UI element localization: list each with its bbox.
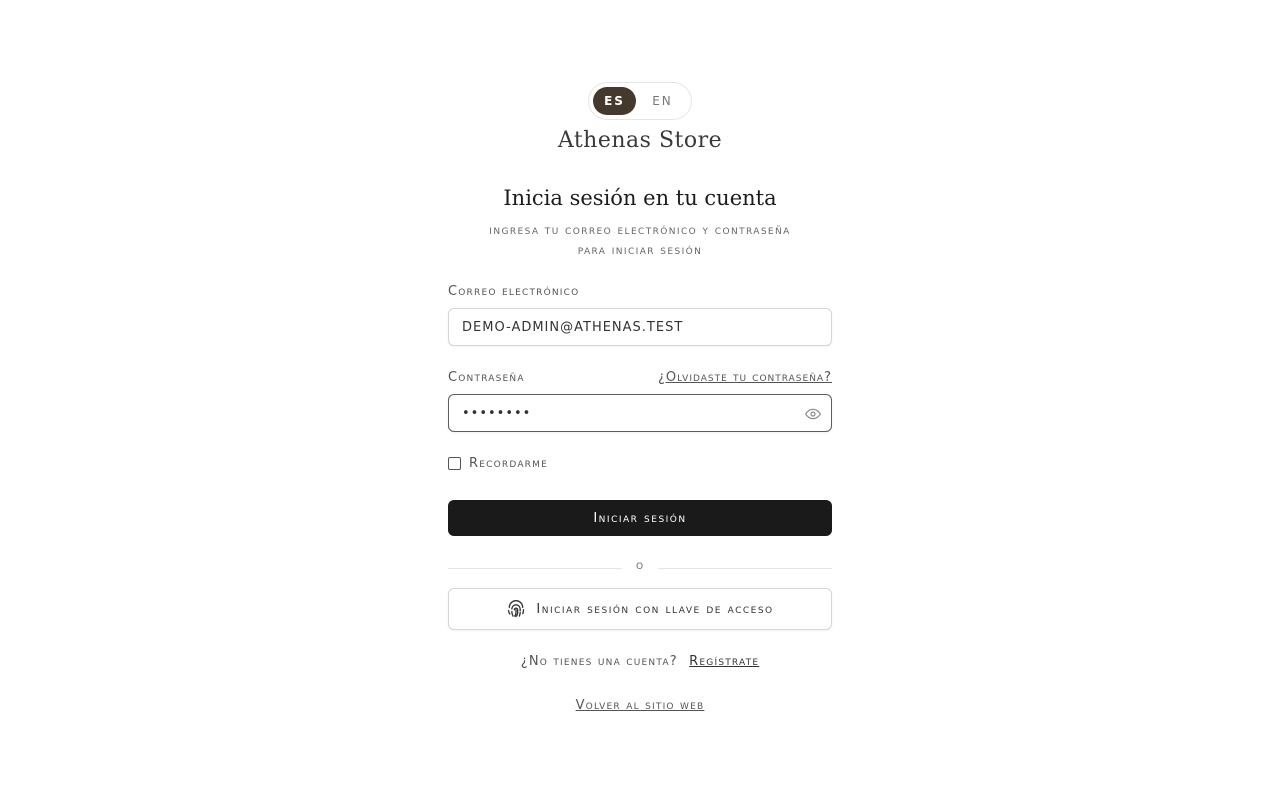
- sign-in-button[interactable]: Iniciar sesión: [448, 500, 832, 536]
- language-es-button[interactable]: ES: [593, 87, 636, 115]
- forgot-password-link[interactable]: ¿Olvidaste tu contraseña?: [658, 370, 832, 385]
- subtitle-line-1: Ingresa tu correo electrónico y contrase…: [489, 222, 791, 237]
- or-divider: o: [448, 558, 832, 576]
- email-field[interactable]: [449, 309, 831, 345]
- password-label: Contraseña: [448, 370, 525, 385]
- email-label: Correo electrónico: [448, 284, 580, 299]
- signup-question: ¿No tienes una cuenta?: [520, 654, 678, 669]
- remember-me-checkbox[interactable]: [448, 457, 461, 470]
- remember-me: Recordarme: [448, 456, 548, 471]
- password-field-wrapper: [448, 394, 832, 432]
- language-en-button[interactable]: EN: [641, 87, 684, 115]
- back-to-website: Volver al sitio web: [448, 698, 832, 713]
- divider-text: o: [635, 558, 645, 573]
- language-toggle: ES EN: [588, 82, 692, 120]
- subtitle-line-2: para iniciar sesión: [577, 242, 703, 257]
- divider-line-right: [658, 568, 832, 569]
- fingerprint-icon: [508, 600, 525, 618]
- passkey-button-label: Iniciar sesión con llave de acceso: [536, 601, 774, 617]
- signup-link[interactable]: Regístrate: [689, 654, 759, 669]
- show-password-icon[interactable]: [805, 406, 821, 422]
- remember-me-label: Recordarme: [469, 456, 548, 471]
- signup-prompt: ¿No tienes una cuenta? Regístrate: [448, 654, 832, 669]
- back-to-website-link[interactable]: Volver al sitio web: [576, 698, 705, 713]
- page-subtitle: Ingresa tu correo electrónico y contrase…: [448, 220, 832, 260]
- brand-name: Athenas Store: [557, 128, 723, 153]
- password-field[interactable]: [449, 395, 831, 431]
- login-panel: ES EN Athenas Store Inicia sesión en tu …: [448, 0, 832, 800]
- passkey-sign-in-button[interactable]: Iniciar sesión con llave de acceso: [448, 588, 832, 630]
- email-field-wrapper: [448, 308, 832, 346]
- page-title: Inicia sesión en tu cuenta: [503, 186, 777, 210]
